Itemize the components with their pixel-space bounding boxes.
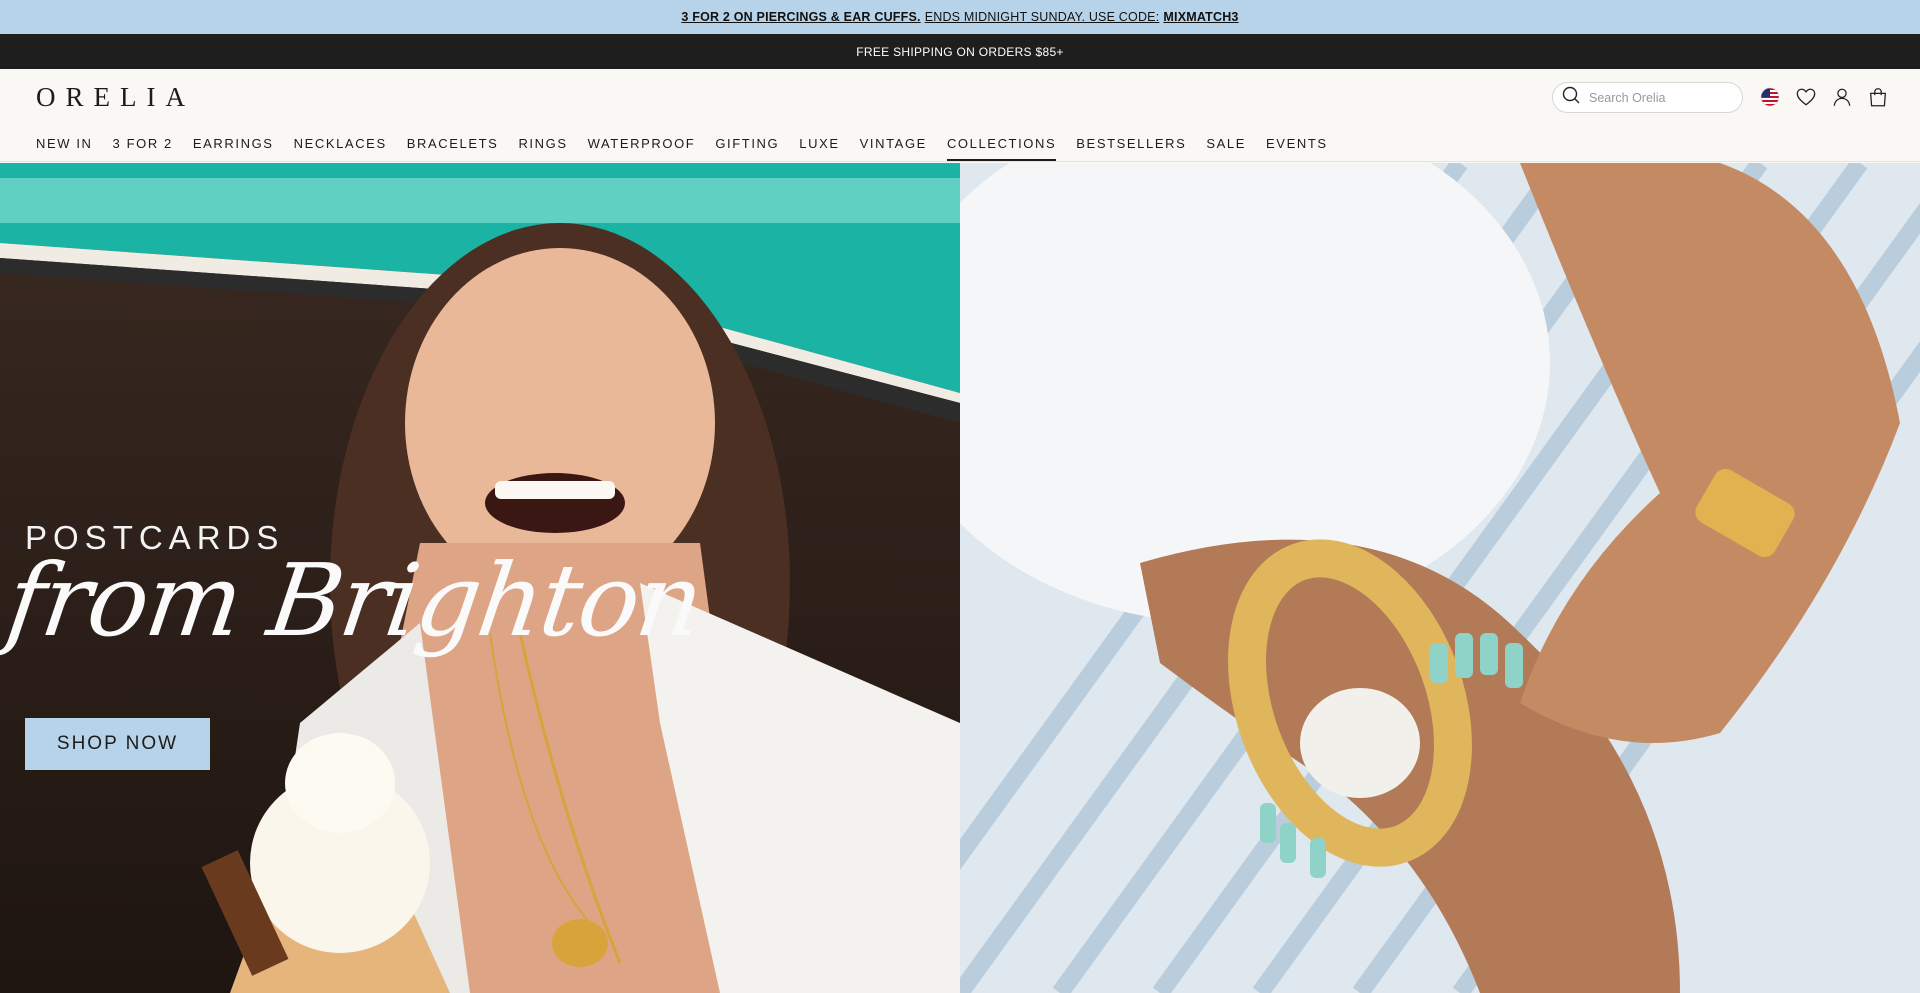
hero-image-right-art: [960, 163, 1920, 993]
nav-item-waterproof[interactable]: WATERPROOF: [588, 124, 696, 162]
nav-item-gifting[interactable]: GIFTING: [715, 124, 779, 162]
nav-item-new-in[interactable]: NEW IN: [36, 124, 93, 162]
nav-item-bestsellers[interactable]: BESTSELLERS: [1076, 124, 1186, 162]
search-input[interactable]: [1589, 90, 1729, 105]
nav-item-rings[interactable]: RINGS: [518, 124, 567, 162]
nav-item-necklaces[interactable]: NECKLACES: [294, 124, 387, 162]
nav-item-sale[interactable]: SALE: [1206, 124, 1246, 162]
promo-text: ENDS MIDNIGHT SUNDAY. USE CODE:: [924, 10, 1160, 24]
search-icon[interactable]: [1561, 85, 1581, 110]
promo-link[interactable]: 3 FOR 2 ON PIERCINGS & EAR CUFFS. ENDS M…: [681, 10, 1238, 24]
user-icon[interactable]: [1830, 85, 1854, 109]
hero-image-right[interactable]: [960, 163, 1920, 993]
logo[interactable]: ORELIA: [36, 82, 195, 113]
hero-headline-script: from Brighton: [0, 542, 709, 659]
us-flag-icon[interactable]: [1758, 85, 1782, 109]
hero-banner: POSTCARDS from Brighton SHOP NOW: [0, 163, 1920, 993]
nav-list: NEW IN 3 FOR 2 EARRINGS NECKLACES BRACEL…: [36, 124, 1348, 162]
nav-item-earrings[interactable]: EARRINGS: [193, 124, 274, 162]
site-header: ORELIA: [0, 69, 1920, 124]
promo-code: MIXMATCH3: [1163, 10, 1239, 24]
hero-image-left[interactable]: POSTCARDS from Brighton SHOP NOW: [0, 163, 960, 993]
shipping-bar: FREE SHIPPING ON ORDERS $85+: [0, 34, 1920, 69]
nav-item-vintage[interactable]: VINTAGE: [860, 124, 927, 162]
search-box[interactable]: [1552, 82, 1743, 113]
heart-icon[interactable]: [1794, 85, 1818, 109]
nav-item-events[interactable]: EVENTS: [1266, 124, 1328, 162]
promo-bold-text: 3 FOR 2 ON PIERCINGS & EAR CUFFS.: [681, 10, 921, 24]
bag-icon[interactable]: [1866, 85, 1890, 109]
shop-now-button[interactable]: SHOP NOW: [25, 718, 210, 770]
promo-bar: 3 FOR 2 ON PIERCINGS & EAR CUFFS. ENDS M…: [0, 0, 1920, 34]
shipping-text: FREE SHIPPING ON ORDERS $85+: [856, 44, 1064, 59]
nav-item-luxe[interactable]: LUXE: [799, 124, 839, 162]
nav-item-bracelets[interactable]: BRACELETS: [407, 124, 499, 162]
main-nav: NEW IN 3 FOR 2 EARRINGS NECKLACES BRACEL…: [0, 124, 1920, 162]
nav-item-3-for-2[interactable]: 3 FOR 2: [113, 124, 173, 162]
nav-item-collections[interactable]: COLLECTIONS: [946, 124, 1057, 162]
